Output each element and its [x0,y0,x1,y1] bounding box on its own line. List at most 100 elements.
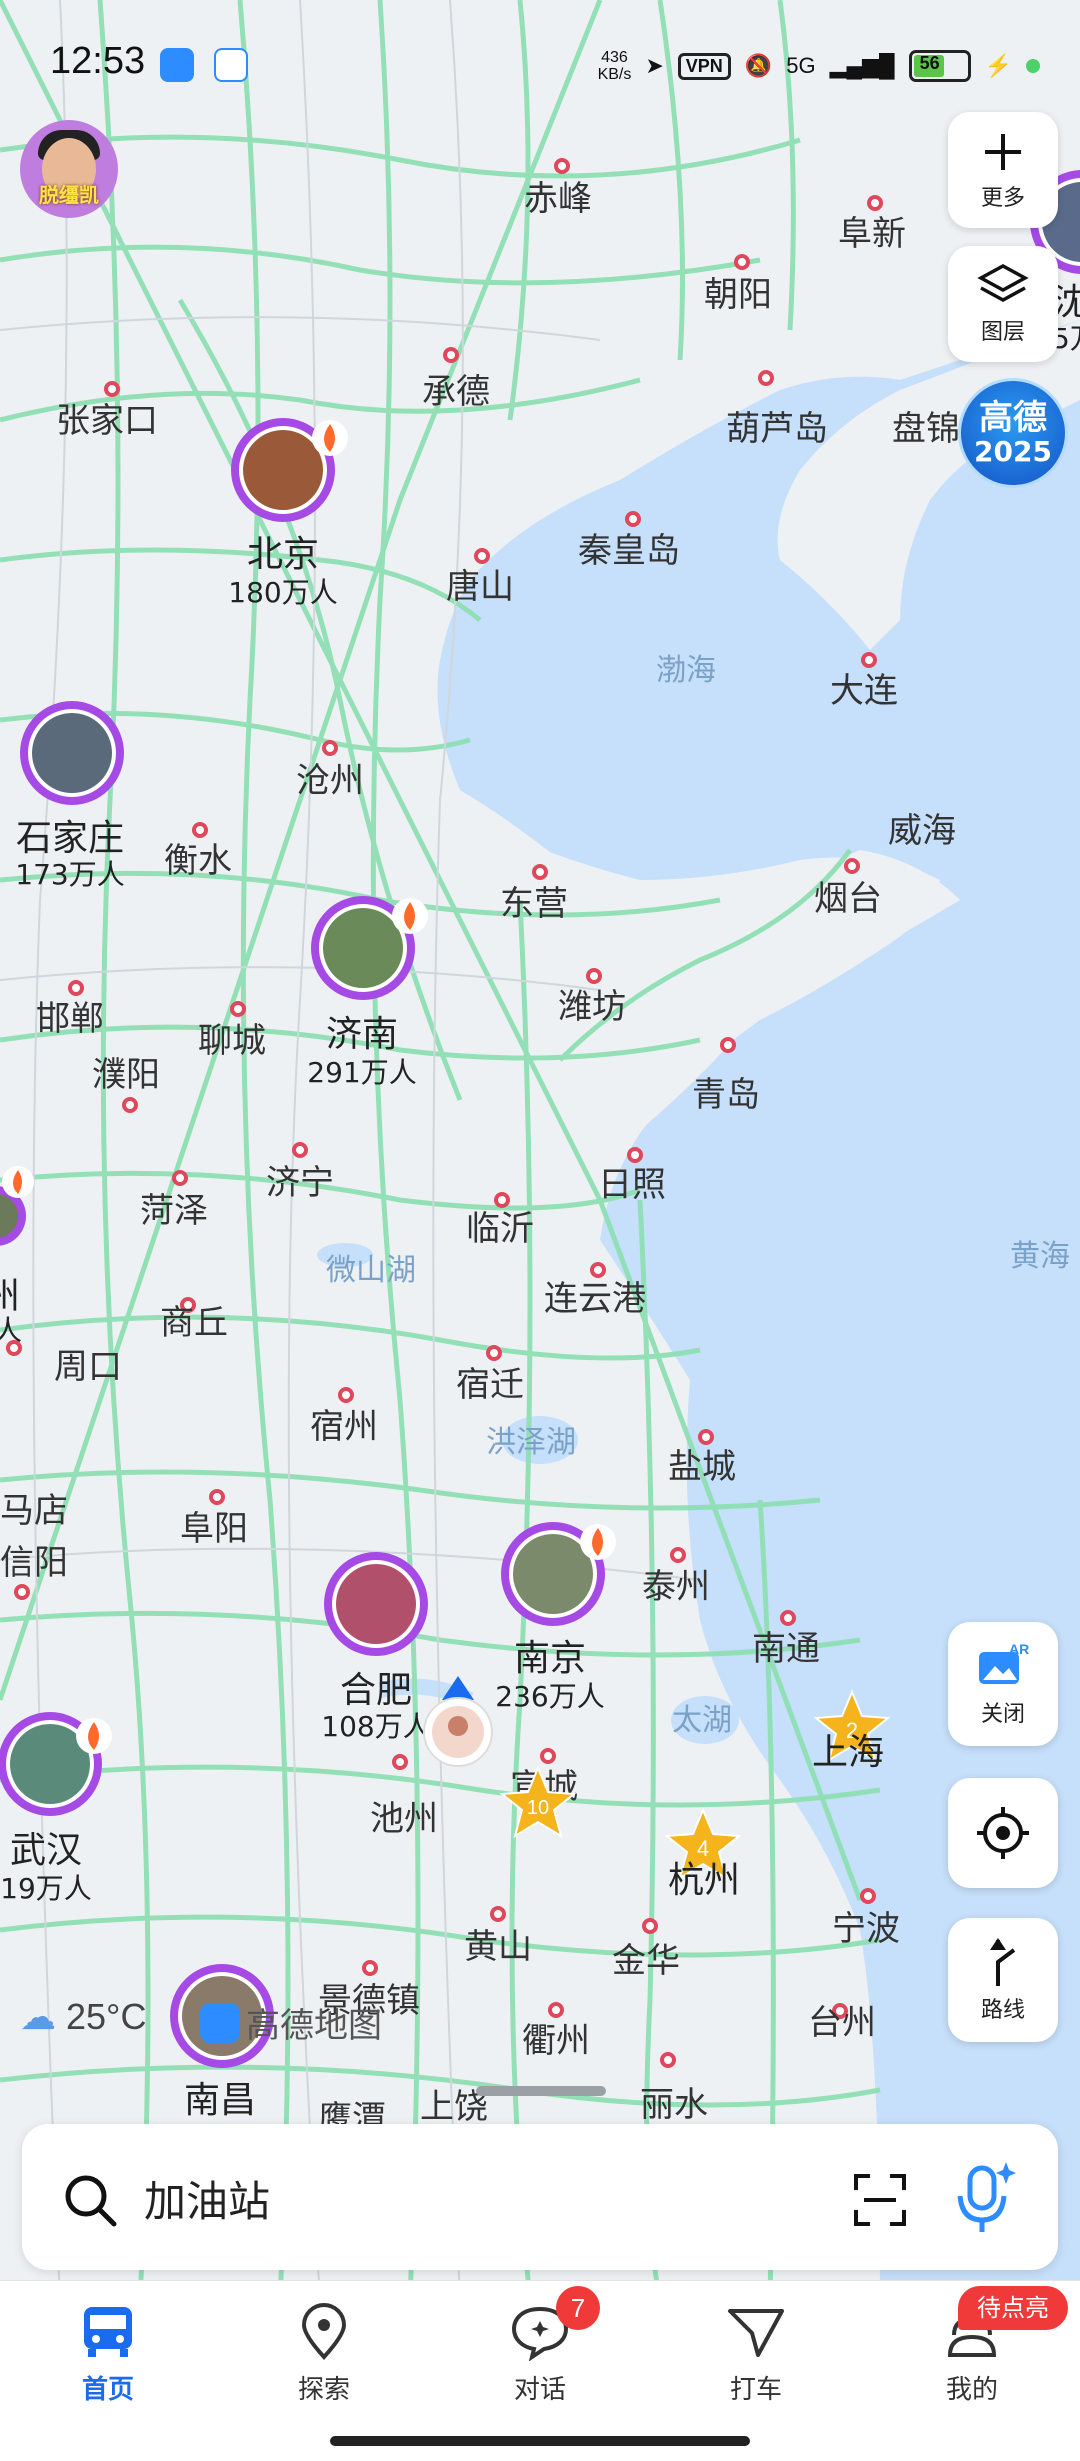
city-label-weifang: 潍坊 [558,987,626,1027]
city-label-puyang: 濮阳 [92,1055,160,1095]
city-label-dongying: 东营 [500,884,568,924]
city-label-huangshan: 黄山 [464,1927,532,1967]
chat-unread-badge: 7 [556,2286,600,2330]
city-label-quzhou: 衢州 [522,2021,590,2061]
city-label-panjin: 盘锦 [892,409,960,449]
svg-text:AR: AR [1009,1641,1029,1657]
status-icons: 436 KB/s ➤ VPN 🔕 5G ▂▄▆█ 56 ⚡ [598,44,1040,88]
city-label-lianyungang: 连云港 [544,1279,646,1319]
lake-label-taihu: 太湖 [672,1703,732,1738]
more-label: 更多 [980,186,1025,211]
nav-explore-label: 探索 [297,2375,350,2405]
sheet-drag-handle[interactable] [476,2086,606,2096]
taxi-arrow-icon [728,2309,784,2357]
search-input[interactable]: 加油站 [144,2168,270,2229]
city-label-zhangjiakou: 张家口 [56,401,158,441]
city-label-shanghai: 上海 [812,1732,884,1773]
city-label-suzhou: 宿州 [310,1407,378,1447]
hot-city-name: 济南 [326,1014,398,1055]
city-label-fuxin: 阜新 [838,214,906,254]
nav-explore[interactable]: 探索 [254,2303,394,2406]
privacy-indicator [1026,59,1040,73]
avatar-label: 脱缰凯 [39,183,99,207]
hot-city-count: 19万人 [0,1872,92,1905]
voice-assistant-icon[interactable] [952,2160,1018,2236]
city-label-huludao: 葫芦岛 [726,409,828,449]
event-badge-title: 高德 [979,398,1047,438]
city-label-jining: 济宁 [266,1163,334,1203]
layers-icon [977,264,1029,302]
city-label-rizhao: 日照 [598,1165,666,1205]
search-icon [65,2175,117,2227]
nav-taxi[interactable]: 打车 [686,2303,826,2406]
weather-widget[interactable]: ☁ 25°C [20,1996,146,2038]
charging-icon: ⚡ [984,53,1012,78]
route-label: 路线 [980,1998,1025,2023]
hot-city-name: 北京 [247,534,319,575]
nav-taxi-label: 打车 [729,2375,782,2405]
city-label-qingdao: 青岛 [692,1075,760,1115]
city-count-west-edge: 人 [0,1314,22,1347]
plus-icon [985,134,1021,170]
sea-label-bohai: 渤海 [656,653,716,688]
nav-home[interactable]: 首页 [38,2303,178,2406]
nav-chat-label: 对话 [513,2375,566,2405]
map-canvas[interactable]: 赤峰 阜新 朝阳 张家口 承德 葫芦岛 盘锦 秦皇岛 唐山 大连 沧州 衡水 威… [0,0,1080,2300]
event-badge-2025[interactable]: 高德 2025 [958,378,1068,488]
more-button[interactable]: 更多 [948,112,1058,228]
city-label-shangqiu: 商丘 [160,1303,228,1343]
city-label-nantong: 南通 [752,1629,820,1669]
locate-button[interactable] [948,1778,1058,1888]
amap-watermark: 高德地图 [200,1998,382,2047]
city-label-chifeng: 赤峰 [524,179,592,219]
city-label-liaocheng: 聊城 [198,1021,266,1061]
hot-city-name: 石家庄 [16,818,124,859]
lake-label-weishan: 微山湖 [326,1253,416,1288]
city-label-lishui: 丽水 [640,2085,708,2125]
hot-city-name: 南京 [514,1638,586,1679]
hot-city-count: 180万人 [228,576,337,609]
temperature: 25°C [66,1996,147,2037]
hot-city-name: 武汉 [10,1830,82,1871]
city-label-west-edge: 州 [0,1276,20,1317]
crosshair-icon [977,1807,1029,1859]
route-button[interactable]: 路线 [948,1918,1058,2042]
city-label-tangshan: 唐山 [446,567,514,607]
layers-label: 图层 [980,320,1025,345]
nav-home-label: 首页 [81,2375,134,2405]
mail-notification-icon [214,48,248,82]
user-avatar[interactable]: 脱缰凯 [20,120,118,218]
city-label-hangzhou: 杭州 [668,1860,740,1901]
location-arrow-icon: ➤ [645,53,664,78]
layers-button[interactable]: 图层 [948,246,1058,362]
bus-icon [84,2307,132,2357]
app-notification-icon [160,48,194,82]
lake-label-hongze: 洪泽湖 [486,1425,576,1460]
ar-close-button[interactable]: AR 关闭 [948,1622,1058,1746]
city-label-linyi: 临沂 [466,1209,534,1249]
hot-city-count: 108万人 [321,1710,430,1743]
ar-close-label: 关闭 [980,1702,1025,1727]
hot-city-count: 173万人 [15,858,124,891]
scan-icon[interactable] [850,2170,910,2230]
city-label-hengshui: 衡水 [164,841,232,881]
city-label-qinhuangdao: 秦皇岛 [578,531,680,571]
city-label-zhoukou: 周口 [54,1347,122,1387]
search-bar[interactable]: 加油站 [22,2124,1058,2270]
city-label-dalian: 大连 [830,671,898,711]
city-label-xinyang: 信阳 [0,1543,68,1583]
signal-icon: ▂▄▆█ [829,53,895,78]
city-label-taizhou-zj: 台州 [808,2003,876,2043]
amap-logo-icon [200,2002,240,2043]
city-label-jinhua: 金华 [612,1941,680,1981]
city-label-zhumadian: 马店 [0,1491,68,1531]
mute-icon: 🔕 [744,53,773,78]
net-speed: 436 KB/s [597,49,632,83]
city-label-heze: 菏泽 [140,1191,208,1231]
hot-city-count: 291万人 [307,1056,416,1089]
cloud-icon: ☁ [20,1996,56,2037]
promo-badge[interactable]: 待点亮 [958,2286,1068,2330]
battery-icon: 56 [908,50,971,82]
city-label-fuyang: 阜阳 [180,1509,248,1549]
home-indicator[interactable] [330,2436,750,2446]
